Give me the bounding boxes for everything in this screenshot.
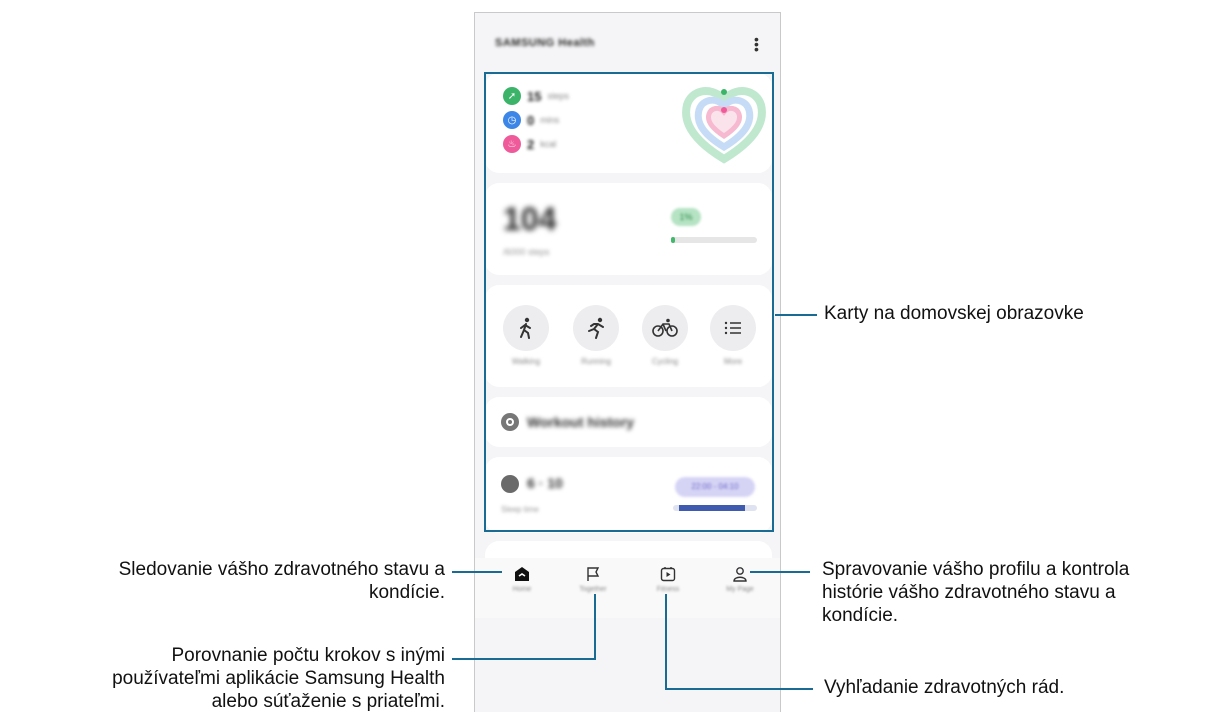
cycling-icon bbox=[652, 318, 678, 337]
callout-fitness: Vyhľadanie zdravotných rád. bbox=[824, 677, 1065, 698]
callout-line-fitness-v bbox=[665, 594, 667, 690]
nav-home[interactable]: Home bbox=[497, 566, 547, 593]
stat-calories-value: 2 bbox=[527, 136, 535, 152]
sleep-range-badge: 22:00 - 04:10 bbox=[675, 477, 755, 497]
more-exercise-button[interactable] bbox=[710, 305, 756, 351]
callout-cards: Karty na domovskej obrazovke bbox=[824, 303, 1084, 324]
nav-home-label: Home bbox=[512, 586, 532, 593]
stat-minutes-unit: mins bbox=[540, 115, 560, 125]
steps-target: /6000 steps bbox=[503, 247, 550, 257]
exercise-card: Walking Running Cycling More bbox=[485, 285, 772, 387]
phone-screen: SAMSUNG Health • • • ➚ 15 steps ◷ 0 mins ♨… bbox=[474, 12, 781, 712]
sleep-bar-fill bbox=[679, 505, 745, 511]
steps-percent-badge: 1% bbox=[671, 208, 701, 226]
activity-card[interactable]: ➚ 15 steps ◷ 0 mins ♨ 2 kcal bbox=[485, 73, 772, 173]
steps-count: 104 bbox=[503, 201, 557, 237]
callout-line-cards bbox=[775, 314, 817, 316]
stat-calories: ♨ 2 kcal bbox=[503, 135, 556, 153]
callout-line-home bbox=[452, 571, 502, 573]
cycling-button[interactable] bbox=[642, 305, 688, 351]
walking-label: Walking bbox=[511, 357, 541, 366]
callout-profile-line-3: kondície. bbox=[822, 605, 899, 626]
callout-line-fitness-h bbox=[665, 688, 813, 690]
nav-my-page-label: My Page bbox=[726, 586, 754, 593]
walking-button[interactable] bbox=[503, 305, 549, 351]
more-vert-icon[interactable]: • • • bbox=[754, 32, 759, 56]
nav-together[interactable]: Together bbox=[568, 566, 618, 593]
callout-together: Porovnanie počtu krokov s inými používat… bbox=[0, 644, 445, 713]
nav-fitness[interactable]: Fitness bbox=[643, 566, 693, 593]
moon-icon bbox=[501, 475, 519, 493]
callout-home: Sledovanie vášho zdravotného stavu a kon… bbox=[0, 558, 445, 604]
timer-icon bbox=[501, 413, 519, 431]
running-icon bbox=[588, 317, 604, 339]
callout-line-profile bbox=[750, 571, 810, 573]
app-title: SAMSUNG Health bbox=[495, 37, 595, 49]
callout-profile: Spravovanie vášho profilu a kontrola his… bbox=[822, 558, 1129, 627]
stat-minutes: ◷ 0 mins bbox=[503, 111, 559, 129]
callout-line-together-h bbox=[452, 658, 596, 660]
activity-heart-icon bbox=[682, 87, 766, 164]
callout-profile-line-1: Spravovanie vášho profilu a kontrola bbox=[822, 559, 1130, 580]
nav-together-label: Together bbox=[579, 586, 607, 593]
sleep-bar bbox=[673, 505, 757, 511]
sleep-card[interactable]: 6 · 10 Sleep time 22:00 - 04:10 bbox=[485, 457, 772, 533]
stat-minutes-value: 0 bbox=[527, 112, 535, 128]
callout-together-line-3: alebo súťaženie s priateľmi. bbox=[211, 691, 445, 712]
steps-progress-fill bbox=[671, 237, 675, 243]
stat-steps-unit: steps bbox=[547, 91, 569, 101]
shoe-icon: ➚ bbox=[503, 87, 521, 105]
stat-steps: ➚ 15 steps bbox=[503, 87, 569, 105]
clock-icon: ◷ bbox=[503, 111, 521, 129]
callout-together-line-1: Porovnanie počtu krokov s inými bbox=[171, 645, 445, 666]
callout-profile-line-2: histórie vášho zdravotného stavu a bbox=[822, 582, 1116, 603]
flag-icon bbox=[587, 567, 600, 581]
sleep-time-label: Sleep time bbox=[501, 505, 539, 514]
bottom-navbar: Home Together Fitness My Page bbox=[475, 558, 780, 618]
cycling-label: Cycling bbox=[651, 357, 679, 366]
nav-fitness-label: Fitness bbox=[656, 586, 680, 593]
steps-card[interactable]: 104 /6000 steps 1% bbox=[485, 183, 772, 275]
callout-together-line-2: používateľmi aplikácie Samsung Health bbox=[112, 668, 445, 689]
home-icon bbox=[515, 567, 529, 581]
steps-progress-bar bbox=[671, 237, 757, 243]
callout-home-line-2: kondície. bbox=[368, 582, 445, 603]
flame-icon: ♨ bbox=[503, 135, 521, 153]
play-video-icon bbox=[660, 567, 676, 582]
running-button[interactable] bbox=[573, 305, 619, 351]
person-icon bbox=[733, 567, 747, 582]
stat-steps-value: 15 bbox=[527, 88, 542, 104]
running-label: Running bbox=[581, 357, 611, 366]
sleep-time-value: 6 · 10 bbox=[527, 475, 563, 491]
workout-history-title: Workout history bbox=[527, 414, 635, 430]
workout-history-card[interactable]: Workout history bbox=[485, 397, 772, 447]
walking-icon bbox=[520, 317, 531, 339]
stat-calories-unit: kcal bbox=[540, 139, 557, 149]
list-icon bbox=[724, 321, 741, 335]
callout-line-together-v bbox=[594, 594, 596, 660]
callout-home-line-1: Sledovanie vášho zdravotného stavu a bbox=[118, 559, 445, 580]
more-label: More bbox=[723, 357, 743, 366]
